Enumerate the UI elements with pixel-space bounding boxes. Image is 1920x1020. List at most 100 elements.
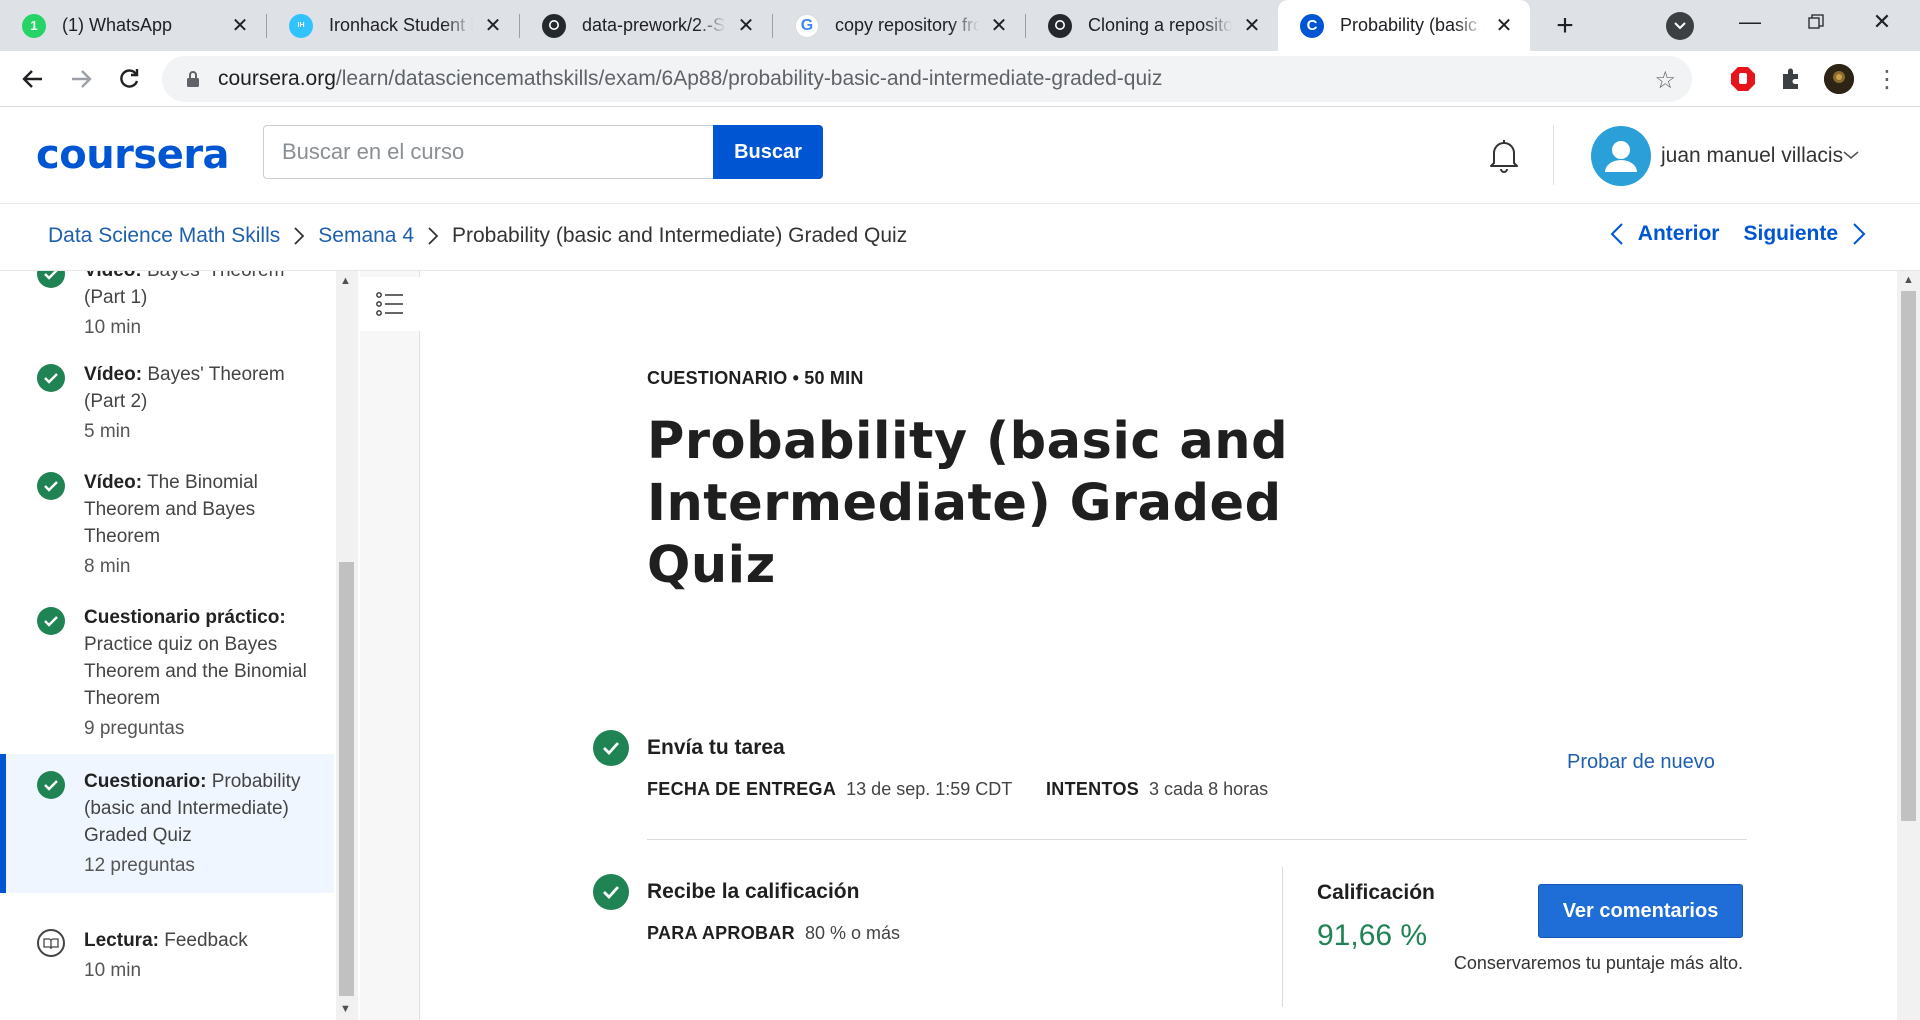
sidebar-item-meta: 5 min <box>84 421 131 442</box>
course-sidebar: Video: Bayes' Theorem (Part 1) 10 min Ví… <box>0 271 338 1020</box>
check-circle-icon <box>37 472 65 500</box>
site-header: coursera Buscar juan manuel villacis <box>0 107 1920 204</box>
chevron-down-icon[interactable] <box>1842 145 1860 166</box>
coursera-logo[interactable]: coursera <box>36 132 230 178</box>
browser-tab-google[interactable]: G copy repository from ✕ <box>773 0 1025 51</box>
submit-step-meta: FECHA DE ENTREGA 13 de sep. 1:59 CDT INTE… <box>647 779 1268 800</box>
tab-search-button[interactable] <box>1666 12 1694 40</box>
check-circle-icon <box>37 271 65 288</box>
sidebar-item-practice-quiz[interactable]: Cuestionario práctico: Practice quiz on … <box>0 604 334 742</box>
prev-next-nav: Anterior Siguiente <box>1596 222 1880 246</box>
breadcrumb-bar: Data Science Math Skills Semana 4 Probab… <box>0 204 1920 271</box>
grade-label: Calificación <box>1317 881 1435 904</box>
tab-title: data-prework/2.-Statistics <box>582 15 726 35</box>
quiz-eyebrow: CUESTIONARIO • 50 MIN <box>647 368 864 388</box>
extensions-puzzle-icon[interactable] <box>1776 64 1806 94</box>
close-icon[interactable]: ✕ <box>481 14 505 38</box>
chevron-right-icon <box>427 226 439 246</box>
github-icon <box>1048 13 1072 38</box>
close-icon[interactable]: ✕ <box>1240 14 1264 38</box>
next-link[interactable]: Siguiente <box>1743 222 1838 246</box>
sidebar-item-kind: Vídeo: <box>84 364 143 385</box>
coursera-icon: C <box>1300 13 1324 38</box>
list-icon <box>376 292 403 316</box>
ironhack-icon: IH <box>289 13 313 38</box>
keep-highest-note: Conservaremos tu puntaje más alto. <box>1453 953 1743 973</box>
user-avatar[interactable] <box>1591 126 1651 186</box>
sidebar-item-kind: Cuestionario: <box>84 771 207 792</box>
user-name[interactable]: juan manuel villacis <box>1661 144 1843 168</box>
adblock-extension-icon[interactable] <box>1728 64 1758 94</box>
chevron-left-icon[interactable] <box>1610 222 1624 246</box>
retry-link[interactable]: Probar de nuevo <box>1567 751 1715 774</box>
breadcrumb-week-link[interactable]: Semana 4 <box>318 224 414 248</box>
sidebar-scrollbar[interactable]: ▲ ▼ <box>336 271 358 1020</box>
arrow-left-icon <box>22 70 42 88</box>
view-feedback-button[interactable]: Ver comentarios <box>1538 884 1743 938</box>
browser-tab-whatsapp[interactable]: 1 (1) WhatsApp ✕ <box>0 0 266 51</box>
course-search-input[interactable] <box>263 125 714 179</box>
check-circle-icon <box>37 771 65 799</box>
chevron-down-icon <box>1674 22 1686 30</box>
browser-tab-github-cloning[interactable]: Cloning a repository ✕ <box>1026 0 1278 51</box>
browser-tab-ironhack[interactable]: IH Ironhack Student Portal ✕ <box>267 0 519 51</box>
tab-title: Cloning a repository <box>1088 15 1232 35</box>
breadcrumb-course-link[interactable]: Data Science Math Skills <box>48 224 280 248</box>
check-circle-icon <box>593 730 629 766</box>
sidebar-item-meta: 8 min <box>84 556 131 577</box>
url-domain: coursera.org <box>218 67 336 90</box>
sidebar-item-bayes-part1[interactable]: Video: Bayes' Theorem (Part 1) 10 min <box>0 271 334 341</box>
google-icon: G <box>795 13 819 38</box>
chevron-right-icon <box>293 226 305 246</box>
sidebar-item-graded-quiz[interactable]: Cuestionario: Probability (basic and Int… <box>0 754 334 893</box>
vertical-divider <box>1282 867 1283 1007</box>
sidebar-item-meta: 12 preguntas <box>84 855 195 876</box>
pass-label: PARA APROBAR <box>647 923 795 943</box>
notifications-bell-icon[interactable] <box>1484 135 1524 175</box>
browser-menu-icon[interactable]: ⋮ <box>1872 64 1902 94</box>
due-date-label: FECHA DE ENTREGA <box>647 779 837 799</box>
address-bar[interactable]: coursera.org/learn/datasciencemathskills… <box>162 56 1692 102</box>
sidebar-item-title: Practice quiz on Bayes Theorem and the B… <box>84 634 307 709</box>
scroll-down-icon[interactable]: ▼ <box>340 1003 351 1015</box>
bookmark-star-icon[interactable]: ☆ <box>1654 66 1676 95</box>
browser-tab-bar: 1 (1) WhatsApp ✕ IH Ironhack Student Por… <box>0 0 1920 51</box>
sidebar-item-bayes-part2[interactable]: Vídeo: Bayes' Theorem (Part 2) 5 min <box>0 361 334 445</box>
main-scrollbar[interactable]: ▲ <box>1897 271 1920 1020</box>
sidebar-item-meta: 10 min <box>84 317 142 338</box>
check-circle-icon <box>593 874 629 910</box>
close-icon[interactable]: ✕ <box>1492 14 1516 38</box>
reload-button[interactable] <box>110 60 148 98</box>
scrollbar-thumb[interactable] <box>339 562 354 996</box>
close-icon[interactable]: ✕ <box>734 14 758 38</box>
attempts-label: INTENTOS <box>1045 779 1140 799</box>
restore-button[interactable] <box>1786 0 1846 44</box>
scrollbar-thumb[interactable] <box>1901 291 1916 821</box>
chevron-right-icon[interactable] <box>1852 222 1866 246</box>
back-button[interactable] <box>14 60 52 98</box>
scroll-up-icon[interactable]: ▲ <box>340 275 351 287</box>
quiz-main: CUESTIONARIO • 50 MIN Probability (basic… <box>421 271 1897 1020</box>
search-button[interactable]: Buscar <box>713 125 823 179</box>
breadcrumb-current: Probability (basic and Intermediate) Gra… <box>452 224 908 247</box>
browser-tab-coursera[interactable]: C Probability (basic and ✕ <box>1278 0 1530 51</box>
close-icon[interactable]: ✕ <box>228 14 252 38</box>
forward-button[interactable] <box>62 60 100 98</box>
new-tab-button[interactable]: + <box>1548 9 1582 43</box>
submit-step-title: Envía tu tarea <box>647 736 785 759</box>
scroll-up-icon[interactable]: ▲ <box>1903 274 1914 286</box>
outline-toggle-button[interactable] <box>360 277 420 331</box>
minimize-button[interactable]: — <box>1720 0 1780 44</box>
close-window-button[interactable]: ✕ <box>1852 0 1912 44</box>
sidebar-item-binomial-bayes[interactable]: Vídeo: The Binomial Theorem and Bayes Th… <box>0 469 334 580</box>
browser-tab-github-prework[interactable]: data-prework/2.-Statistics ✕ <box>520 0 772 51</box>
profile-avatar[interactable] <box>1824 64 1854 94</box>
header-divider <box>1553 125 1554 185</box>
sidebar-item-feedback[interactable]: Lectura: Feedback 10 min <box>0 927 334 984</box>
previous-link[interactable]: Anterior <box>1638 222 1720 246</box>
tab-title: copy repository from <box>835 15 979 35</box>
outline-rail <box>360 271 420 1020</box>
whatsapp-icon: 1 <box>22 13 46 38</box>
sidebar-item-kind: Vídeo: <box>84 472 143 493</box>
close-icon[interactable]: ✕ <box>987 14 1011 38</box>
